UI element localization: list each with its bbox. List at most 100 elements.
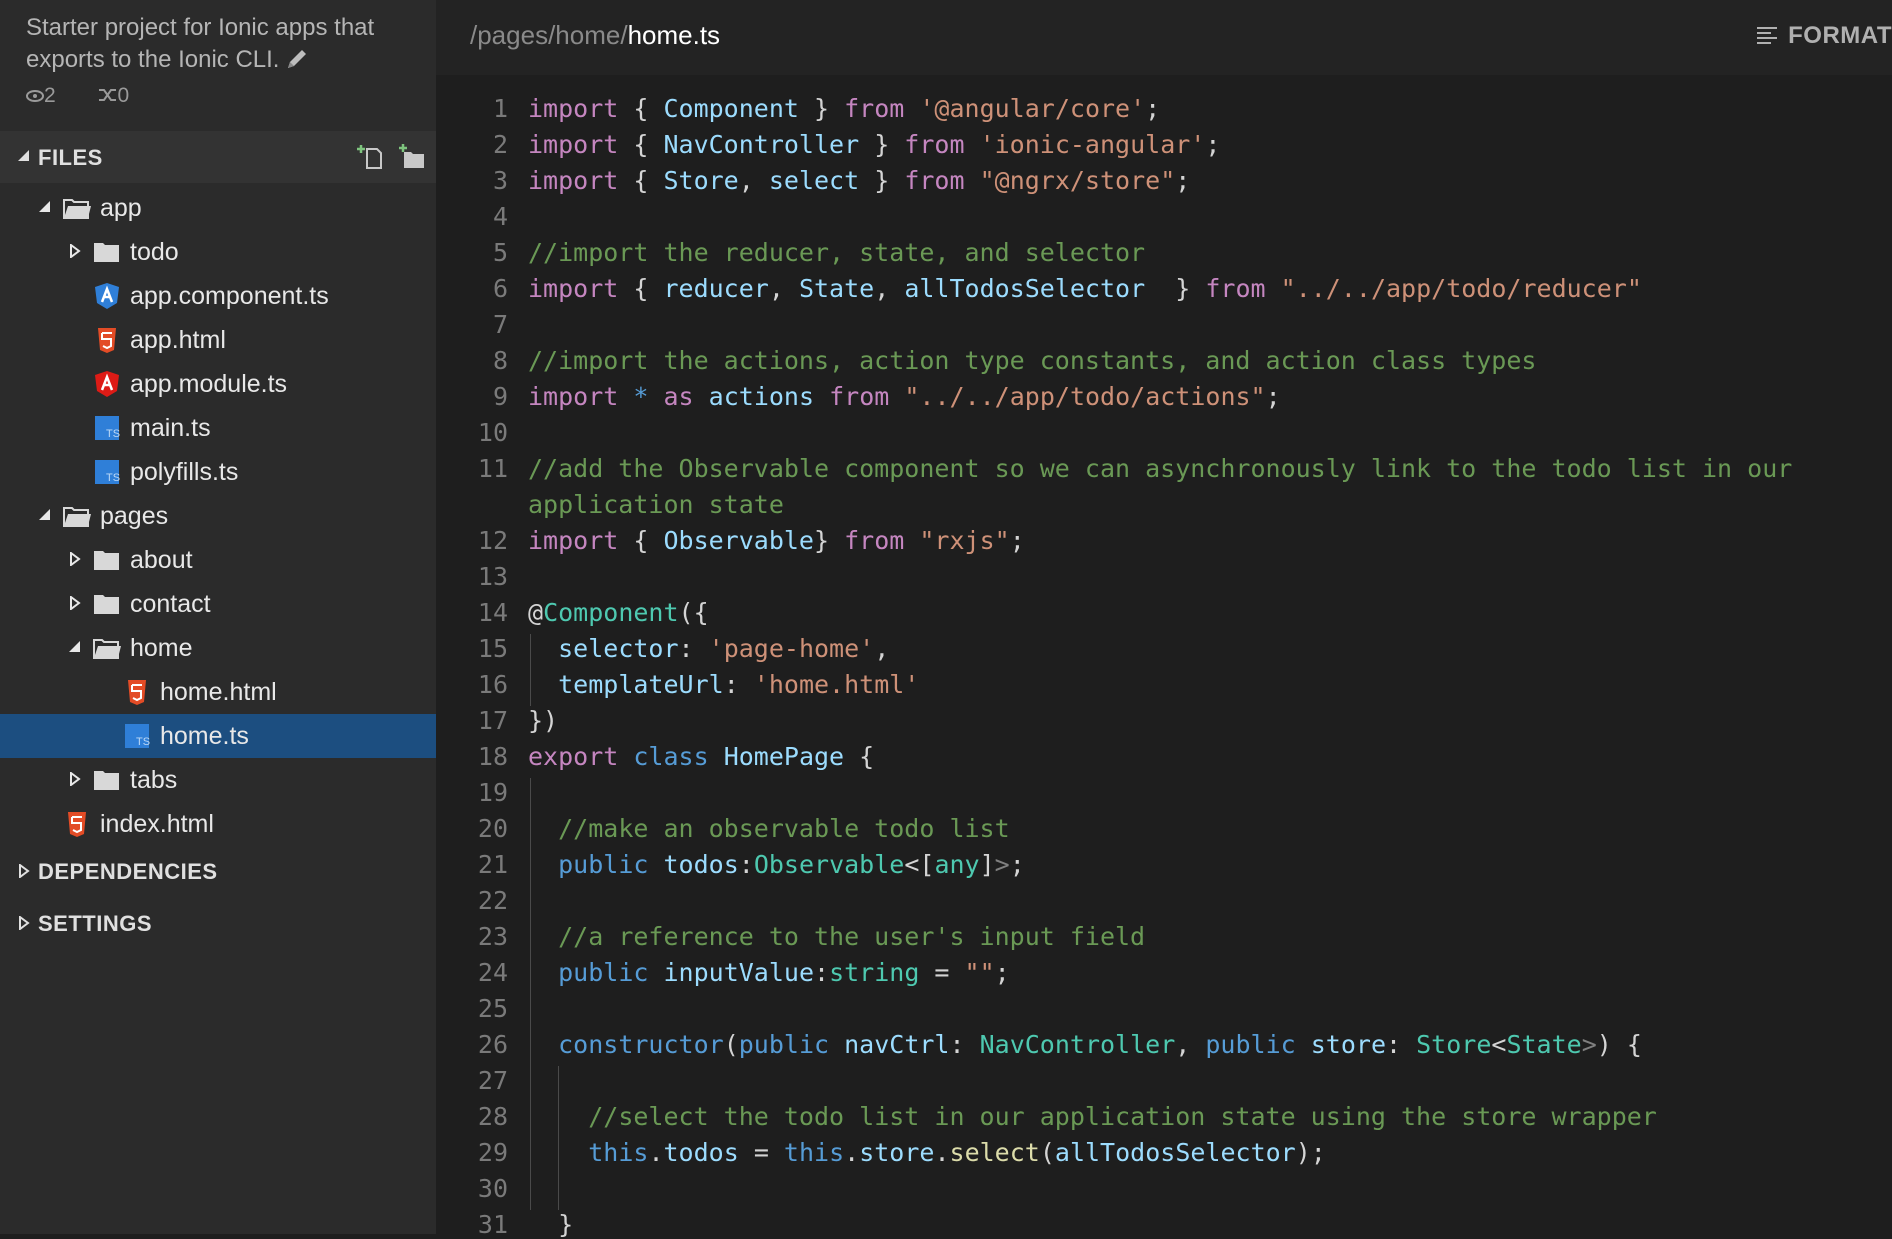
code-line[interactable]: //a reference to the user's input field — [528, 922, 1145, 951]
code-token: '@angular/core' — [919, 94, 1146, 123]
expanded-arrow-icon[interactable] — [38, 508, 52, 522]
file-item[interactable]: app.html — [0, 318, 436, 362]
code-token: this — [588, 1138, 649, 1167]
settings-section-header[interactable]: SETTINGS — [0, 897, 436, 949]
code-token: Component — [663, 94, 799, 123]
expanded-arrow-icon[interactable] — [38, 200, 52, 214]
code-token: from — [844, 526, 905, 555]
code-token: allTodosSelector — [904, 274, 1146, 303]
breadcrumb-path[interactable]: /pages/home/ — [470, 20, 628, 50]
file-item[interactable]: home.html — [0, 670, 436, 714]
collapsed-arrow-icon[interactable] — [68, 596, 82, 610]
code-token: from — [904, 166, 965, 195]
code-area[interactable]: 1 2 3 4 5 6 7 8 9 10 11 12 13 14 15 16 17 18 19 20 21 22 23 24 2… — [436, 76, 1892, 1239]
line-number: 25 — [477, 994, 508, 1023]
code-token: ( — [1039, 1138, 1055, 1167]
line-number: 9 — [492, 382, 508, 411]
file-item[interactable]: app.module.ts — [0, 362, 436, 406]
code-line[interactable]: }) — [528, 706, 558, 735]
code-line[interactable]: //import the actions, action type consta… — [528, 346, 1536, 375]
line-number: 26 — [477, 1030, 508, 1059]
code-line[interactable]: public todos:Observable<[any]>; — [528, 850, 1025, 879]
code-token: public — [558, 850, 649, 879]
folder-item[interactable]: home — [0, 626, 436, 670]
code-token: "rxjs" — [919, 526, 1010, 555]
code-line[interactable]: //import the reducer, state, and selecto… — [528, 238, 1145, 267]
project-stats: 2 0 — [26, 84, 165, 108]
code-token: this — [783, 1138, 845, 1167]
code-line[interactable]: constructor(public navCtrl: NavControlle… — [528, 1030, 1642, 1059]
code-line[interactable]: @Component({ — [528, 598, 709, 627]
html5-icon — [122, 678, 152, 706]
folder-item[interactable]: about — [0, 538, 436, 582]
code-line[interactable]: selector: 'page-home', — [528, 634, 889, 663]
folder-item[interactable]: pages — [0, 494, 436, 538]
code-line[interactable]: //make an observable todo list — [528, 814, 1010, 843]
file-item[interactable]: TS main.ts — [0, 406, 436, 450]
file-item[interactable]: TS home.ts — [0, 714, 436, 758]
files-section-header[interactable]: FILES — [0, 131, 436, 183]
code-line[interactable]: application state — [528, 490, 784, 519]
code-token: inputValue — [663, 958, 814, 987]
code-token: State — [1506, 1030, 1582, 1059]
dependencies-section-header[interactable]: DEPENDENCIES — [0, 845, 436, 897]
code-line[interactable]: import { Component } from '@angular/core… — [528, 94, 1160, 123]
code-token: templateUrl — [558, 670, 724, 699]
folder-item[interactable]: todo — [0, 230, 436, 274]
pencil-icon[interactable] — [285, 47, 309, 71]
file-item[interactable]: index.html — [0, 802, 436, 846]
code-token: public — [738, 1030, 830, 1059]
code-line[interactable]: import { reducer, State, allTodosSelecto… — [528, 274, 1642, 303]
code-token: }) — [528, 706, 559, 735]
new-folder-icon[interactable] — [398, 143, 426, 171]
code-line[interactable]: import * as actions from "../../app/todo… — [528, 382, 1281, 411]
line-number: 23 — [477, 922, 508, 951]
code-token: //import the actions, action type consta… — [528, 346, 1537, 375]
breadcrumb-file: home.ts — [627, 20, 721, 50]
line-number: 30 — [477, 1174, 508, 1203]
code-line[interactable]: } — [528, 1210, 573, 1239]
code-line[interactable]: //add the Observable component so we can… — [528, 454, 1792, 483]
code-line[interactable]: import { Observable} from "rxjs"; — [528, 526, 1025, 555]
folder-item[interactable]: contact — [0, 582, 436, 626]
format-button[interactable]: FORMAT — [1756, 22, 1892, 50]
collapsed-arrow-icon[interactable] — [68, 772, 82, 786]
collapsed-arrow-icon[interactable] — [68, 244, 82, 258]
expanded-arrow-icon[interactable] — [68, 640, 82, 654]
code-line[interactable]: this.todos = this.store.select(allTodosS… — [528, 1138, 1326, 1167]
line-number: 4 — [492, 202, 508, 231]
collapsed-arrow-icon[interactable] — [68, 552, 82, 566]
code-token: selector — [558, 634, 679, 663]
line-number: 13 — [477, 562, 508, 591]
file-item[interactable]: TS polyfills.ts — [0, 450, 436, 494]
new-file-icon[interactable] — [356, 143, 384, 171]
code-token: public — [558, 958, 649, 987]
line-number: 18 — [477, 742, 508, 771]
indent-guide — [530, 634, 531, 706]
code-token: { — [618, 94, 664, 123]
folder-item[interactable]: app — [0, 186, 436, 230]
code-line[interactable]: //select the todo list in our applicatio… — [528, 1102, 1657, 1131]
file-item[interactable]: app.component.ts — [0, 274, 436, 318]
code-token: 'home.html' — [753, 670, 920, 699]
code-token: : — [723, 670, 754, 699]
tree-item-label: main.ts — [130, 414, 211, 442]
code-token: > — [994, 850, 1010, 879]
code-line[interactable]: import { Store, select } from "@ngrx/sto… — [528, 166, 1190, 195]
code-line[interactable]: public inputValue:string = ""; — [528, 958, 1010, 987]
code-line[interactable]: export class HomePage { — [528, 742, 874, 771]
folder-item[interactable]: tabs — [0, 758, 436, 802]
code-line[interactable]: import { NavController } from 'ionic-ang… — [528, 130, 1220, 159]
code-token: : — [949, 1030, 980, 1059]
line-number: 5 — [492, 238, 508, 267]
code-line[interactable]: templateUrl: 'home.html' — [528, 670, 919, 699]
folder-icon — [94, 771, 119, 790]
code-token: store — [1310, 1030, 1387, 1059]
